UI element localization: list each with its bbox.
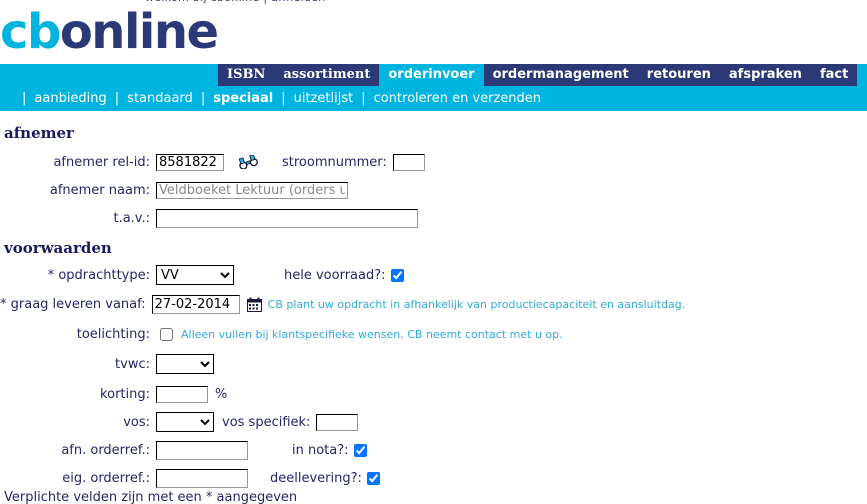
binoculars-icon[interactable] bbox=[238, 154, 258, 170]
subnav-separator: | bbox=[114, 91, 120, 106]
afn-orderref-input[interactable] bbox=[156, 440, 248, 460]
label-tvwc: tvwc: bbox=[115, 356, 150, 372]
main-nav-tab-fact[interactable]: fact bbox=[810, 64, 858, 86]
label-leveren-vanaf: * graag leveren vanaf: bbox=[0, 296, 146, 312]
label-hele-voorraad: hele voorraad?: bbox=[284, 267, 386, 283]
row-leveren-vanaf: * graag leveren vanaf: 27-02-2014 CB pla… bbox=[0, 291, 685, 317]
label-afnemer-rel-id: afnemer rel-id: bbox=[53, 154, 150, 170]
label-afnemer-tav: t.a.v.: bbox=[113, 210, 150, 226]
label-vos-specifiek: vos specifiek: bbox=[222, 414, 311, 430]
label-eig-orderref: eig. orderref.: bbox=[62, 470, 150, 486]
row-afnemer-rel-id: afnemer rel-id: stroomnummer: bbox=[0, 149, 660, 175]
main-navigation-bar: ISBN assortiment orderinvoer ordermanagemen… bbox=[0, 64, 867, 86]
subnav-separator: | bbox=[361, 91, 366, 106]
leveren-vanaf-input[interactable] bbox=[151, 294, 240, 314]
section-title-voorwaarden: voorwaarden bbox=[4, 239, 112, 257]
row-tvwc: tvwc: bbox=[0, 351, 660, 377]
label-deellevering: deellevering?: bbox=[270, 470, 362, 486]
subnav-item-aanbieding[interactable]: aanbieding bbox=[34, 86, 106, 111]
app-window: welkom bij cbonline | afmelden cbonline … bbox=[0, 0, 867, 504]
label-korting: korting: bbox=[100, 386, 150, 402]
label-stroomnummer: stroomnummer: bbox=[282, 154, 387, 170]
brand-logo-online: online bbox=[59, 4, 219, 60]
subnav-separator: | bbox=[200, 91, 206, 106]
afnemer-tav-input[interactable] bbox=[156, 208, 418, 228]
afnemer-naam-input bbox=[156, 181, 348, 199]
sub-navigation-bar: | aanbieding | standaard | speciaal | uitzetlij… bbox=[0, 86, 867, 111]
subnav-separator: | bbox=[281, 91, 286, 106]
hint-leveren-vanaf: CB plant uw opdracht in afhankelijk van … bbox=[267, 297, 686, 311]
korting-suffix: % bbox=[215, 386, 228, 402]
row-afnemer-naam: afnemer naam: bbox=[0, 177, 660, 203]
main-nav-tab-retouren[interactable]: retouren bbox=[637, 64, 720, 86]
in-nota-checkbox[interactable] bbox=[353, 443, 367, 457]
brand-logo[interactable]: cbonline bbox=[0, 4, 219, 60]
label-in-nota: in nota?: bbox=[292, 442, 349, 458]
vos-select[interactable] bbox=[156, 412, 214, 432]
subnav-item-uitzetlijst[interactable]: uitzetlijst bbox=[294, 86, 354, 111]
main-nav-tab-assortiment[interactable]: assortiment bbox=[274, 64, 380, 86]
section-title-afnemer: afnemer bbox=[4, 124, 74, 142]
subnav-item-controleren-en-verzenden[interactable]: controleren en verzenden bbox=[374, 86, 541, 111]
row-toelichting: toelichting: Alleen vullen bij klantspec… bbox=[0, 321, 660, 347]
row-eig-orderref: eig. orderref.: deellevering?: bbox=[0, 465, 660, 491]
label-vos: vos: bbox=[123, 414, 150, 430]
main-nav-tab-afspraken[interactable]: afspraken bbox=[719, 64, 811, 86]
korting-input[interactable] bbox=[156, 385, 208, 403]
row-afnemer-tav: t.a.v.: bbox=[0, 205, 660, 231]
label-afn-orderref: afn. orderref.: bbox=[61, 442, 150, 458]
hele-voorraad-checkbox[interactable] bbox=[390, 268, 404, 282]
opdrachttype-select[interactable]: VV bbox=[156, 265, 234, 285]
main-nav-tab-isbn[interactable]: ISBN bbox=[218, 64, 275, 86]
required-fields-footnote: Verplichte velden zijn met een * aangege… bbox=[4, 490, 298, 504]
toelichting-checkbox[interactable] bbox=[160, 327, 173, 341]
label-afnemer-naam: afnemer naam: bbox=[49, 182, 150, 198]
subnav-item-standaard[interactable]: standaard bbox=[127, 86, 193, 111]
stroomnummer-input[interactable] bbox=[392, 153, 425, 171]
hint-toelichting: Alleen vullen bij klantspecifieke wensen… bbox=[181, 327, 563, 341]
row-opdrachttype: * opdrachttype: VV hele voorraad?: bbox=[0, 262, 660, 288]
row-afn-orderref: afn. orderref.: in nota?: bbox=[0, 437, 660, 463]
eig-orderref-input[interactable] bbox=[156, 468, 248, 488]
calendar-icon[interactable] bbox=[246, 297, 262, 312]
label-toelichting: toelichting: bbox=[76, 326, 150, 342]
main-nav-tab-orderinvoer[interactable]: orderinvoer bbox=[379, 64, 484, 86]
tvwc-select[interactable] bbox=[156, 354, 214, 374]
vos-specifiek-input[interactable] bbox=[316, 413, 359, 431]
row-vos: vos: vos specifiek: bbox=[0, 409, 660, 435]
subnav-item-speciaal[interactable]: speciaal bbox=[213, 86, 273, 111]
brand-logo-cb: cb bbox=[0, 4, 61, 60]
main-content: afnemer afnemer rel-id: 8581822 stroomnu… bbox=[0, 111, 867, 504]
afnemer-rel-id-input[interactable] bbox=[156, 153, 224, 171]
subnav-separator: | bbox=[22, 91, 27, 106]
label-opdrachttype: * opdrachttype: bbox=[47, 267, 150, 283]
row-korting: korting: % bbox=[0, 381, 660, 407]
deellevering-checkbox[interactable] bbox=[366, 471, 380, 485]
main-nav-tab-ordermanagement[interactable]: ordermanagement bbox=[483, 64, 638, 86]
